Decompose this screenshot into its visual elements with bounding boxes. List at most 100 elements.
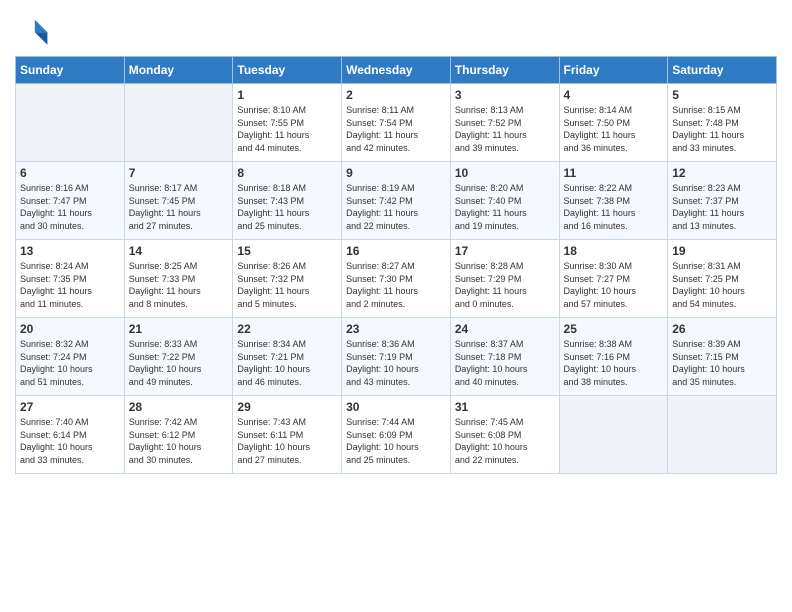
day-number: 4 — [564, 88, 664, 102]
cell-text: Sunrise: 8:23 AMSunset: 7:37 PMDaylight:… — [672, 182, 772, 232]
calendar-cell: 12 Sunrise: 8:23 AMSunset: 7:37 PMDayligh… — [668, 162, 777, 240]
calendar-cell: 8 Sunrise: 8:18 AMSunset: 7:43 PMDaylight… — [233, 162, 342, 240]
day-number: 24 — [455, 322, 555, 336]
cell-text: Sunrise: 8:17 AMSunset: 7:45 PMDaylight:… — [129, 182, 229, 232]
cell-text: Sunrise: 8:25 AMSunset: 7:33 PMDaylight:… — [129, 260, 229, 310]
calendar-cell: 28 Sunrise: 7:42 AMSunset: 6:12 PMDayligh… — [124, 396, 233, 474]
calendar-cell: 4 Sunrise: 8:14 AMSunset: 7:50 PMDaylight… — [559, 84, 668, 162]
calendar-header-row: SundayMondayTuesdayWednesdayThursdayFrid… — [16, 57, 777, 84]
calendar-week-row: 1 Sunrise: 8:10 AMSunset: 7:55 PMDaylight… — [16, 84, 777, 162]
calendar-cell: 9 Sunrise: 8:19 AMSunset: 7:42 PMDaylight… — [342, 162, 451, 240]
day-number: 19 — [672, 244, 772, 258]
calendar-cell: 17 Sunrise: 8:28 AMSunset: 7:29 PMDayligh… — [450, 240, 559, 318]
cell-text: Sunrise: 8:19 AMSunset: 7:42 PMDaylight:… — [346, 182, 446, 232]
logo-icon — [15, 16, 51, 52]
day-number: 1 — [237, 88, 337, 102]
cell-text: Sunrise: 8:14 AMSunset: 7:50 PMDaylight:… — [564, 104, 664, 154]
calendar-table: SundayMondayTuesdayWednesdayThursdayFrid… — [15, 56, 777, 474]
calendar-cell: 30Sunrise: 7:44 AMSunset: 6:09 PMDayligh… — [342, 396, 451, 474]
day-number: 10 — [455, 166, 555, 180]
cell-text: Sunrise: 8:15 AMSunset: 7:48 PMDaylight:… — [672, 104, 772, 154]
calendar-week-row: 20Sunrise: 8:32 AMSunset: 7:24 PMDayligh… — [16, 318, 777, 396]
day-number: 22 — [237, 322, 337, 336]
cell-text: Sunrise: 8:18 AMSunset: 7:43 PMDaylight:… — [237, 182, 337, 232]
day-header-friday: Friday — [559, 57, 668, 84]
day-number: 5 — [672, 88, 772, 102]
day-number: 11 — [564, 166, 664, 180]
cell-text: Sunrise: 8:22 AMSunset: 7:38 PMDaylight:… — [564, 182, 664, 232]
day-number: 3 — [455, 88, 555, 102]
day-number: 16 — [346, 244, 446, 258]
calendar-cell: 25Sunrise: 8:38 AMSunset: 7:16 PMDayligh… — [559, 318, 668, 396]
day-header-sunday: Sunday — [16, 57, 125, 84]
calendar-cell: 6 Sunrise: 8:16 AMSunset: 7:47 PMDaylight… — [16, 162, 125, 240]
calendar-cell: 19 Sunrise: 8:31 AMSunset: 7:25 PMDayligh… — [668, 240, 777, 318]
cell-text: Sunrise: 8:38 AMSunset: 7:16 PMDaylight:… — [564, 338, 664, 388]
calendar-cell: 1 Sunrise: 8:10 AMSunset: 7:55 PMDaylight… — [233, 84, 342, 162]
cell-text: Sunrise: 8:28 AMSunset: 7:29 PMDaylight:… — [455, 260, 555, 310]
cell-text: Sunrise: 8:30 AMSunset: 7:27 PMDaylight:… — [564, 260, 664, 310]
day-number: 17 — [455, 244, 555, 258]
day-number: 2 — [346, 88, 446, 102]
page: SundayMondayTuesdayWednesdayThursdayFrid… — [0, 0, 792, 489]
day-number: 31 — [455, 400, 555, 414]
cell-text: Sunrise: 8:11 AMSunset: 7:54 PMDaylight:… — [346, 104, 446, 154]
calendar-cell: 7Sunrise: 8:17 AMSunset: 7:45 PMDaylight… — [124, 162, 233, 240]
calendar-cell — [124, 84, 233, 162]
cell-text: Sunrise: 8:16 AMSunset: 7:47 PMDaylight:… — [20, 182, 120, 232]
day-number: 8 — [237, 166, 337, 180]
calendar-cell — [559, 396, 668, 474]
logo — [15, 16, 55, 52]
day-number: 15 — [237, 244, 337, 258]
day-number: 20 — [20, 322, 120, 336]
calendar-cell: 3 Sunrise: 8:13 AMSunset: 7:52 PMDaylight… — [450, 84, 559, 162]
day-number: 13 — [20, 244, 120, 258]
cell-text: Sunrise: 7:45 AMSunset: 6:08 PMDaylight:… — [455, 416, 555, 466]
calendar-cell: 21Sunrise: 8:33 AMSunset: 7:22 PMDayligh… — [124, 318, 233, 396]
day-header-tuesday: Tuesday — [233, 57, 342, 84]
calendar-cell: 29Sunrise: 7:43 AMSunset: 6:11 PMDayligh… — [233, 396, 342, 474]
calendar-cell: 31 Sunrise: 7:45 AMSunset: 6:08 PMDayligh… — [450, 396, 559, 474]
day-header-monday: Monday — [124, 57, 233, 84]
cell-text: Sunrise: 7:40 AMSunset: 6:14 PMDaylight:… — [20, 416, 120, 466]
calendar-cell: 18Sunrise: 8:30 AMSunset: 7:27 PMDayligh… — [559, 240, 668, 318]
cell-text: Sunrise: 7:42 AMSunset: 6:12 PMDaylight:… — [129, 416, 229, 466]
calendar-cell: 11 Sunrise: 8:22 AMSunset: 7:38 PMDayligh… — [559, 162, 668, 240]
cell-text: Sunrise: 8:24 AMSunset: 7:35 PMDaylight:… — [20, 260, 120, 310]
calendar-week-row: 13 Sunrise: 8:24 AMSunset: 7:35 PMDayligh… — [16, 240, 777, 318]
cell-text: Sunrise: 8:26 AMSunset: 7:32 PMDaylight:… — [237, 260, 337, 310]
calendar-cell: 22Sunrise: 8:34 AMSunset: 7:21 PMDayligh… — [233, 318, 342, 396]
calendar-cell: 2 Sunrise: 8:11 AMSunset: 7:54 PMDaylight… — [342, 84, 451, 162]
calendar-cell — [668, 396, 777, 474]
day-header-thursday: Thursday — [450, 57, 559, 84]
cell-text: Sunrise: 8:27 AMSunset: 7:30 PMDaylight:… — [346, 260, 446, 310]
cell-text: Sunrise: 8:10 AMSunset: 7:55 PMDaylight:… — [237, 104, 337, 154]
day-number: 28 — [129, 400, 229, 414]
day-number: 30 — [346, 400, 446, 414]
day-number: 9 — [346, 166, 446, 180]
day-number: 6 — [20, 166, 120, 180]
calendar-cell — [16, 84, 125, 162]
calendar-cell: 24 Sunrise: 8:37 AMSunset: 7:18 PMDayligh… — [450, 318, 559, 396]
calendar-cell: 16 Sunrise: 8:27 AMSunset: 7:30 PMDayligh… — [342, 240, 451, 318]
calendar-cell: 20Sunrise: 8:32 AMSunset: 7:24 PMDayligh… — [16, 318, 125, 396]
calendar-cell: 5 Sunrise: 8:15 AMSunset: 7:48 PMDaylight… — [668, 84, 777, 162]
cell-text: Sunrise: 8:13 AMSunset: 7:52 PMDaylight:… — [455, 104, 555, 154]
day-number: 26 — [672, 322, 772, 336]
day-number: 21 — [129, 322, 229, 336]
cell-text: Sunrise: 7:43 AMSunset: 6:11 PMDaylight:… — [237, 416, 337, 466]
day-number: 12 — [672, 166, 772, 180]
cell-text: Sunrise: 8:37 AMSunset: 7:18 PMDaylight:… — [455, 338, 555, 388]
day-number: 27 — [20, 400, 120, 414]
cell-text: Sunrise: 8:36 AMSunset: 7:19 PMDaylight:… — [346, 338, 446, 388]
day-header-saturday: Saturday — [668, 57, 777, 84]
cell-text: Sunrise: 8:39 AMSunset: 7:15 PMDaylight:… — [672, 338, 772, 388]
cell-text: Sunrise: 8:20 AMSunset: 7:40 PMDaylight:… — [455, 182, 555, 232]
calendar-cell: 15 Sunrise: 8:26 AMSunset: 7:32 PMDayligh… — [233, 240, 342, 318]
calendar-cell: 23Sunrise: 8:36 AMSunset: 7:19 PMDayligh… — [342, 318, 451, 396]
calendar-week-row: 27 Sunrise: 7:40 AMSunset: 6:14 PMDayligh… — [16, 396, 777, 474]
cell-text: Sunrise: 8:31 AMSunset: 7:25 PMDaylight:… — [672, 260, 772, 310]
calendar-cell: 14 Sunrise: 8:25 AMSunset: 7:33 PMDayligh… — [124, 240, 233, 318]
day-number: 14 — [129, 244, 229, 258]
calendar-cell: 26 Sunrise: 8:39 AMSunset: 7:15 PMDayligh… — [668, 318, 777, 396]
